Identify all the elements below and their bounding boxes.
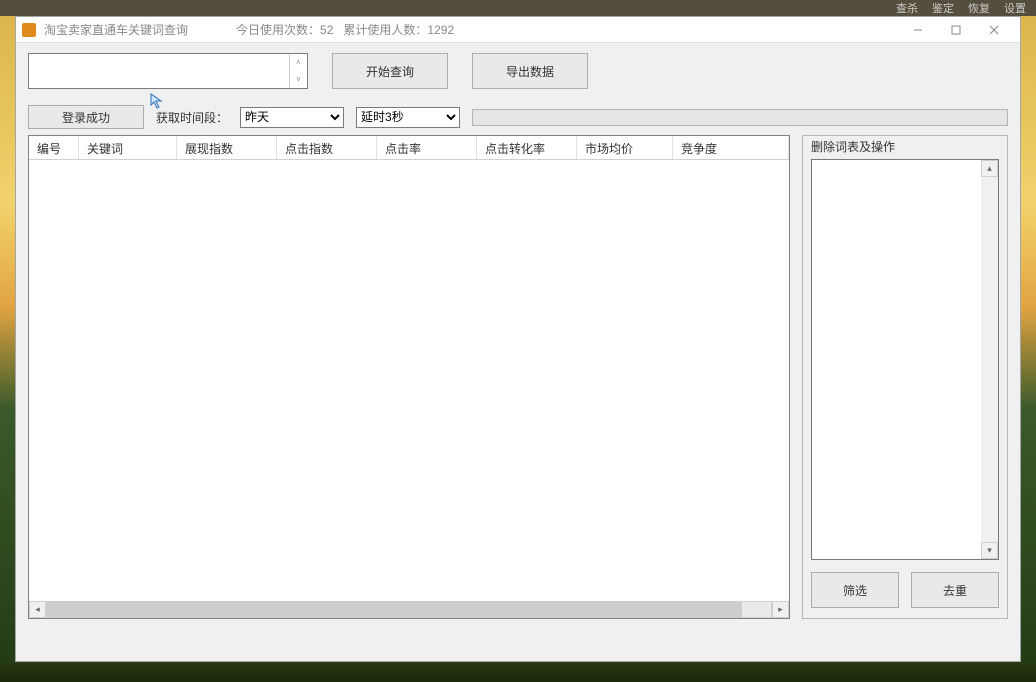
keyword-input-box[interactable]: ˄ ˅	[28, 53, 308, 89]
window-title: 淘宝卖家直通车关键词查询	[44, 21, 188, 38]
delete-words-panel: 删除词表及操作 ▴ ▾ 筛选 去重	[802, 135, 1008, 619]
sys-menu-settings[interactable]: 设置	[1004, 0, 1026, 16]
col-ctr[interactable]: 点击率	[377, 136, 477, 159]
scroll-thumb[interactable]	[47, 602, 742, 617]
scroll-up-icon[interactable]: ▴	[981, 160, 998, 177]
minimize-icon	[913, 25, 923, 35]
usage-stats: 今日使用次数：52 累计使用人数：1292	[236, 21, 454, 38]
delete-words-label: 删除词表及操作	[811, 136, 999, 159]
chevron-down-icon[interactable]: ˅	[290, 71, 307, 88]
time-range-select[interactable]: 昨天	[240, 107, 344, 128]
keyword-textarea[interactable]	[29, 54, 289, 88]
col-cvr[interactable]: 点击转化率	[477, 136, 577, 159]
scroll-down-icon[interactable]: ▾	[981, 542, 998, 559]
memo-vertical-scrollbar[interactable]: ▴ ▾	[981, 160, 998, 559]
close-button[interactable]	[976, 19, 1012, 41]
sys-menu-kill[interactable]: 查杀	[896, 0, 918, 16]
keyword-spinner[interactable]: ˄ ˅	[289, 54, 307, 88]
app-icon	[22, 23, 36, 37]
dedup-button[interactable]: 去重	[911, 572, 999, 608]
time-range-label: 获取时间段：	[156, 109, 228, 126]
sys-menu-identify[interactable]: 鉴定	[932, 0, 954, 16]
desktop-bottom-strip	[0, 662, 1036, 682]
maximize-icon	[951, 25, 961, 35]
minimize-button[interactable]	[900, 19, 936, 41]
listview-header[interactable]: 编号 关键词 展现指数 点击指数 点击率 点击转化率 市场均价 竞争度	[29, 136, 789, 160]
login-status-button[interactable]: 登录成功	[28, 105, 144, 129]
filter-button[interactable]: 筛选	[811, 572, 899, 608]
col-index[interactable]: 编号	[29, 136, 79, 159]
col-avg-price[interactable]: 市场均价	[577, 136, 673, 159]
start-query-button[interactable]: 开始查询	[332, 53, 448, 89]
col-competition[interactable]: 竞争度	[673, 136, 789, 159]
delay-select[interactable]: 延时3秒	[356, 107, 460, 128]
scroll-left-icon[interactable]: ◂	[29, 601, 46, 618]
maximize-button[interactable]	[938, 19, 974, 41]
col-keyword[interactable]: 关键词	[79, 136, 177, 159]
export-data-button[interactable]: 导出数据	[472, 53, 588, 89]
close-icon	[989, 25, 999, 35]
app-window: 淘宝卖家直通车关键词查询 今日使用次数：52 累计使用人数：1292 ˄ ˅	[15, 16, 1021, 662]
listview-horizontal-scrollbar[interactable]: ◂ ▸	[29, 601, 789, 618]
delete-words-textarea[interactable]: ▴ ▾	[811, 159, 999, 560]
results-listview[interactable]: 编号 关键词 展现指数 点击指数 点击率 点击转化率 市场均价 竞争度 ◂ ▸	[28, 135, 790, 619]
progress-bar	[472, 109, 1008, 126]
listview-body[interactable]	[29, 160, 789, 601]
chevron-up-icon[interactable]: ˄	[290, 54, 307, 71]
sys-menu-restore[interactable]: 恢复	[968, 0, 990, 16]
system-menu-bar: 查杀 鉴定 恢复 设置	[0, 0, 1036, 16]
col-impression[interactable]: 展现指数	[177, 136, 277, 159]
scroll-right-icon[interactable]: ▸	[772, 601, 789, 618]
col-click-index[interactable]: 点击指数	[277, 136, 377, 159]
titlebar[interactable]: 淘宝卖家直通车关键词查询 今日使用次数：52 累计使用人数：1292	[16, 17, 1020, 43]
